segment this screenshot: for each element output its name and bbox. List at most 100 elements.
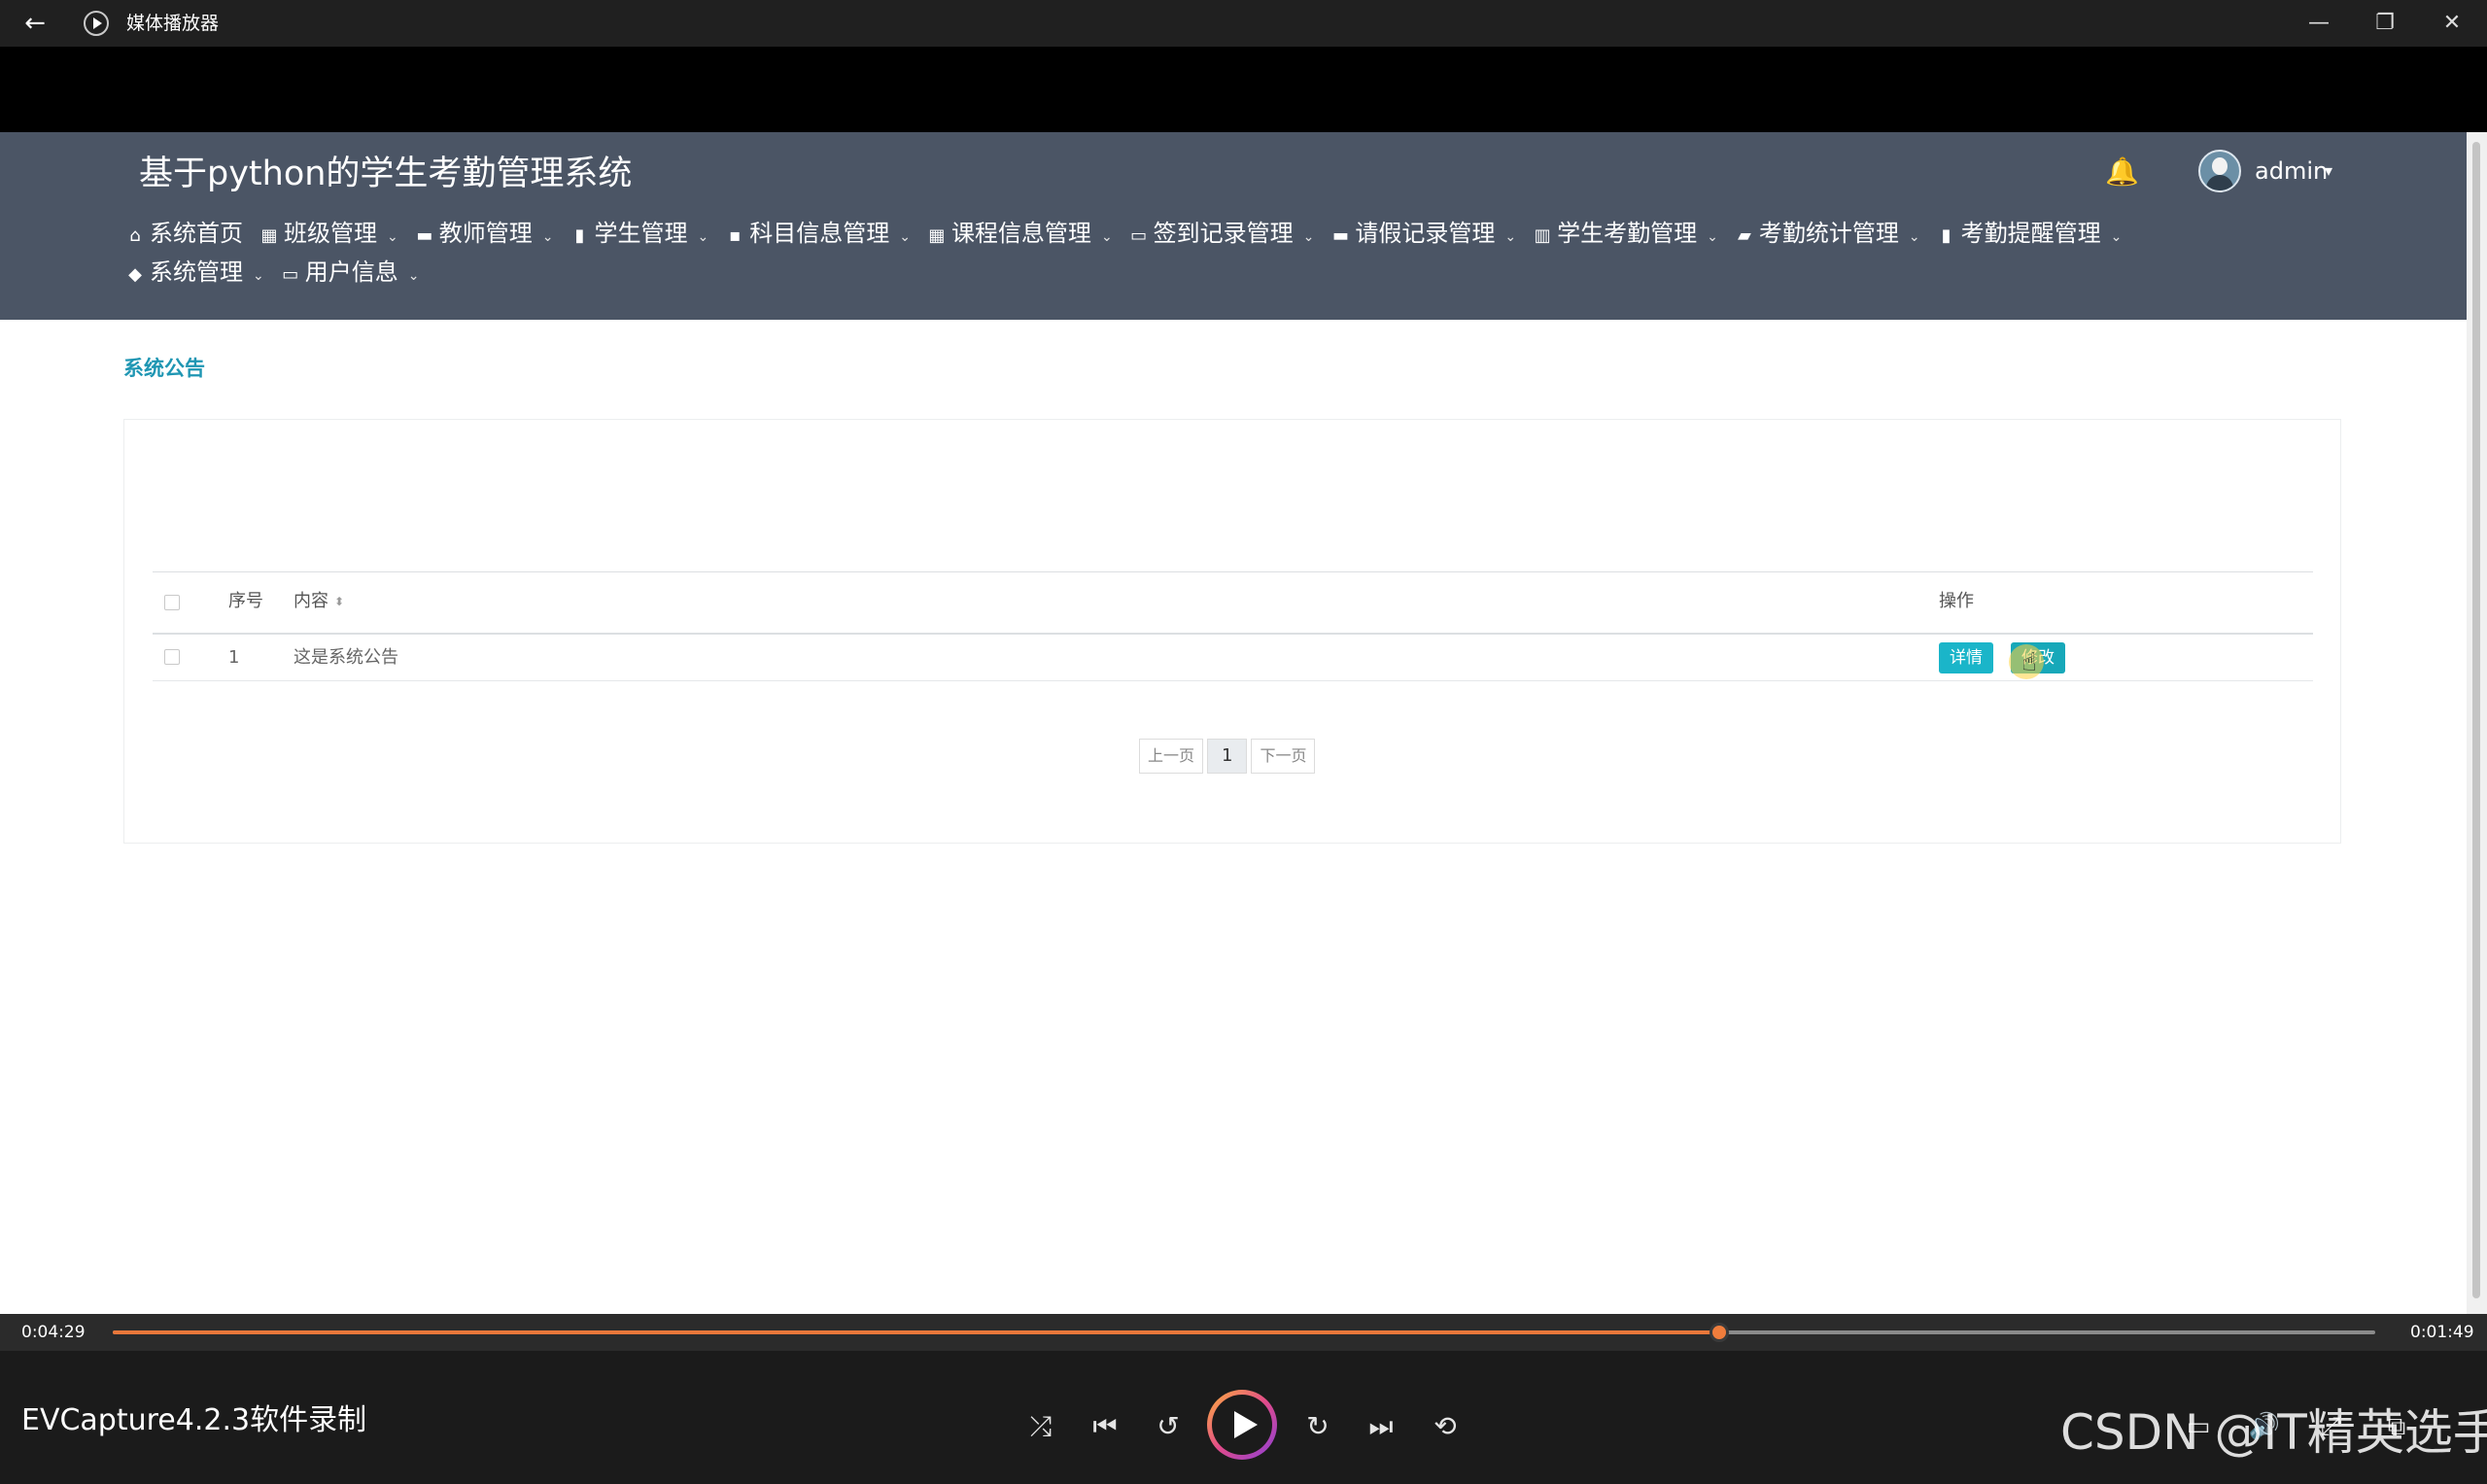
nav-icon: ▮: [1941, 225, 1952, 246]
skip-forward-30-icon[interactable]: ↻: [1296, 1405, 1339, 1448]
next-icon[interactable]: ⏭: [1360, 1405, 1402, 1448]
column-header-index: 序号: [228, 591, 263, 611]
table-header: 序号 内容 ⬍ 操作: [153, 571, 2313, 635]
chevron-down-icon: ⌄: [541, 229, 554, 245]
restore-button[interactable]: ❐: [2356, 6, 2414, 41]
current-page-button[interactable]: 1: [1207, 739, 1248, 774]
column-header-content-label: 内容: [294, 591, 328, 611]
nav-item-label: 学生考勤管理: [1557, 220, 1698, 247]
site-title: 基于python的学生考勤管理系统: [139, 155, 633, 193]
close-button[interactable]: ✕: [2423, 6, 2481, 41]
chevron-down-icon: ⌄: [1504, 229, 1517, 245]
nav-icon: ▬: [416, 225, 433, 246]
chevron-down-icon: ⌄: [407, 268, 420, 284]
nav-icon: ▦: [260, 225, 278, 246]
hand-cursor-icon: ☝: [2021, 648, 2037, 677]
nav-icon: ◆: [128, 264, 142, 285]
chevron-down-icon: ⌄: [1100, 229, 1113, 245]
site-header: 基于python的学生考勤管理系统 🔔 admin ▾ ⌂ 系统首页 ▦ 班级管理 ⌄ ▬…: [0, 132, 2467, 320]
nav-item-row2-1[interactable]: ▭ 用户信息 ⌄: [280, 253, 420, 292]
chevron-down-icon: ⌄: [1302, 229, 1315, 245]
prev-page-button[interactable]: 上一页: [1139, 739, 1204, 774]
web-page: 基于python的学生考勤管理系统 🔔 admin ▾ ⌂ 系统首页 ▦ 班级管理 ⌄ ▬…: [0, 132, 2467, 1314]
nav-row-2: ◆ 系统管理 ⌄ ▭ 用户信息 ⌄: [124, 253, 2360, 292]
username[interactable]: admin: [2255, 154, 2328, 189]
play-icon: [1212, 1395, 1272, 1455]
nav-icon: ▭: [1130, 225, 1148, 246]
seek-bar-area: 0:04:29 0:01:49: [0, 1314, 2487, 1351]
page-scrollbar[interactable]: [2467, 132, 2487, 1314]
seek-thumb[interactable]: [1709, 1323, 1729, 1342]
chevron-down-icon: ⌄: [899, 229, 911, 245]
next-page-button[interactable]: 下一页: [1251, 739, 1316, 774]
media-title: EVCapture4.2.3软件录制: [21, 1403, 367, 1437]
seek-progress: [113, 1330, 1719, 1334]
notice-table: 序号 内容 ⬍ 操作 1 这是系统公告 详情 修改 ☝: [153, 571, 2313, 681]
nav-item-label: 考勤提醒管理: [1960, 220, 2101, 247]
chevron-down-icon: ⌄: [2110, 229, 2123, 245]
nav-item-row1-6[interactable]: ▭ 签到记录管理 ⌄: [1128, 214, 1314, 253]
previous-icon[interactable]: ⏮: [1084, 1405, 1126, 1448]
nav-item-row1-1[interactable]: ▦ 班级管理 ⌄: [259, 214, 397, 253]
column-header-content[interactable]: 内容 ⬍: [294, 590, 344, 613]
chevron-down-icon: ⌄: [1908, 229, 1920, 245]
nav-item-label: 系统管理: [150, 259, 243, 286]
nav-item-row2-0[interactable]: ◆ 系统管理 ⌄: [124, 253, 264, 292]
nav-item-label: 系统首页: [150, 220, 243, 247]
select-all-checkbox[interactable]: [164, 595, 180, 610]
table-row: 1 这是系统公告 详情 修改 ☝: [153, 635, 2313, 681]
bell-icon[interactable]: 🔔: [2105, 155, 2139, 189]
nav-icon: ⌂: [129, 225, 141, 246]
seek-track[interactable]: [113, 1323, 2375, 1342]
nav-item-row1-3[interactable]: ▮ 学生管理 ⌄: [569, 214, 709, 253]
pagination: 上一页 1 下一页: [1139, 739, 1319, 776]
skip-back-10-icon[interactable]: ↺: [1147, 1405, 1190, 1448]
play-button[interactable]: [1207, 1390, 1277, 1460]
avatar[interactable]: [2198, 150, 2241, 192]
row-checkbox[interactable]: [164, 649, 180, 665]
nav-item-row1-10[interactable]: ▮ 考勤提醒管理 ⌄: [1936, 214, 2123, 253]
media-player-controls: 0:04:29 0:01:49 EVCapture4.2.3软件录制 ⤮ ⏮ ↺…: [0, 1314, 2487, 1484]
nav-icon: ▬: [1331, 225, 1349, 246]
nav-icon: ▦: [928, 225, 946, 246]
back-arrow-icon[interactable]: ←: [19, 8, 51, 39]
nav-icon: ▥: [1534, 225, 1551, 246]
chevron-down-icon: ⌄: [697, 229, 709, 245]
nav-icon: ▰: [1737, 225, 1751, 246]
nav-item-label: 教师管理: [438, 220, 533, 247]
row-content: 这是系统公告: [294, 647, 398, 668]
sort-icon[interactable]: ⬍: [334, 595, 344, 608]
nav-item-label: 签到记录管理: [1153, 220, 1294, 247]
elapsed-time: 0:04:29: [21, 1323, 86, 1342]
nav-item-row1-5[interactable]: ▦ 课程信息管理 ⌄: [926, 214, 1112, 253]
chevron-down-icon: ⌄: [253, 268, 264, 284]
chevron-down-icon: ⌄: [387, 229, 398, 245]
scrollbar-thumb[interactable]: [2472, 142, 2480, 1298]
nav-item-label: 请假记录管理: [1355, 220, 1496, 247]
nav-item-row1-8[interactable]: ▥ 学生考勤管理 ⌄: [1532, 214, 1718, 253]
nav-item-label: 科目信息管理: [749, 220, 890, 247]
window-title-bar: ← 媒体播放器 — ❐ ✕: [0, 0, 2487, 47]
column-header-actions: 操作: [1939, 591, 1974, 611]
main-nav: ⌂ 系统首页 ▦ 班级管理 ⌄ ▬ 教师管理 ⌄ ▮ 学生管理 ⌄ ▪ 科目信息管理 ⌄ ▦ 课程信息管理 ⌄ ▭…: [124, 214, 2360, 292]
minimize-button[interactable]: —: [2290, 6, 2348, 41]
detail-button[interactable]: 详情: [1939, 642, 1993, 673]
nav-item-label: 课程信息管理: [950, 220, 1091, 247]
row-index: 1: [228, 647, 240, 668]
caret-down-icon[interactable]: ▾: [2325, 154, 2332, 189]
shuffle-icon[interactable]: ⤮: [1019, 1405, 1062, 1448]
nav-item-row1-0[interactable]: ⌂ 系统首页: [124, 214, 243, 253]
media-player-app-icon: [84, 11, 109, 36]
chevron-down-icon: ⌄: [1707, 229, 1718, 245]
nav-item-label: 考勤统计管理: [1758, 220, 1899, 247]
repeat-icon[interactable]: ⟲: [1424, 1405, 1467, 1448]
nav-row-1: ⌂ 系统首页 ▦ 班级管理 ⌄ ▬ 教师管理 ⌄ ▮ 学生管理 ⌄ ▪ 科目信息管理 ⌄ ▦ 课程信息管理 ⌄ ▭…: [124, 214, 2360, 253]
nav-item-row1-9[interactable]: ▰ 考勤统计管理 ⌄: [1734, 214, 1920, 253]
nav-icon: ▭: [282, 264, 299, 285]
nav-item-row1-2[interactable]: ▬ 教师管理 ⌄: [414, 214, 553, 253]
remaining-time: 0:01:49: [2410, 1323, 2474, 1342]
watermark-text: CSDN @IT精英选手: [2060, 1404, 2487, 1461]
nav-icon: ▮: [574, 225, 585, 246]
nav-item-row1-4[interactable]: ▪ 科目信息管理 ⌄: [724, 214, 911, 253]
nav-item-row1-7[interactable]: ▬ 请假记录管理 ⌄: [1330, 214, 1516, 253]
